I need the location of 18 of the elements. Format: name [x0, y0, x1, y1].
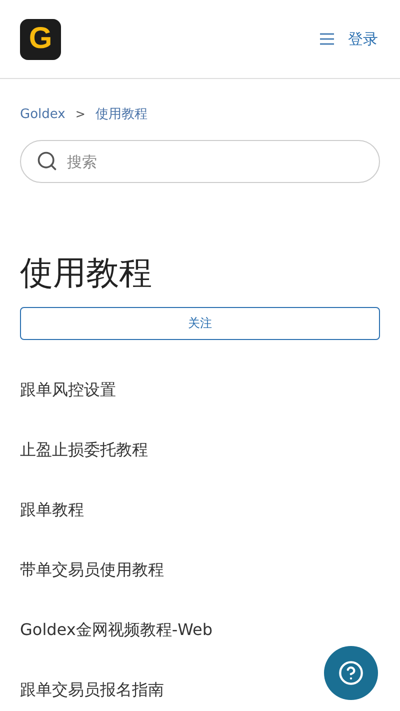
section-title: 使用教程	[20, 253, 153, 293]
article-link[interactable]: Goldex金网视频教程-Web	[20, 618, 212, 642]
article-link[interactable]: 跟单风控设置	[20, 378, 116, 402]
breadcrumb-link[interactable]: Goldex	[20, 106, 66, 122]
search-icon	[36, 150, 58, 172]
menu-icon[interactable]	[320, 33, 334, 45]
article-link[interactable]: 带单交易员使用教程	[20, 558, 164, 582]
follow-button[interactable]: 关注	[20, 307, 380, 340]
article-link[interactable]: 跟单交易员报名指南	[20, 678, 164, 702]
article-link[interactable]: 跟单教程	[20, 498, 84, 522]
logo[interactable]: G	[20, 18, 61, 60]
help-icon	[338, 660, 364, 686]
article-link[interactable]: 止盈止损委托教程	[20, 438, 148, 462]
search-field[interactable]: 搜索	[20, 140, 380, 183]
login-link[interactable]: 登录	[348, 30, 378, 48]
breadcrumb-link[interactable]: 使用教程	[95, 105, 148, 123]
help-button[interactable]	[324, 646, 378, 700]
breadcrumb-separator: >	[75, 107, 86, 121]
